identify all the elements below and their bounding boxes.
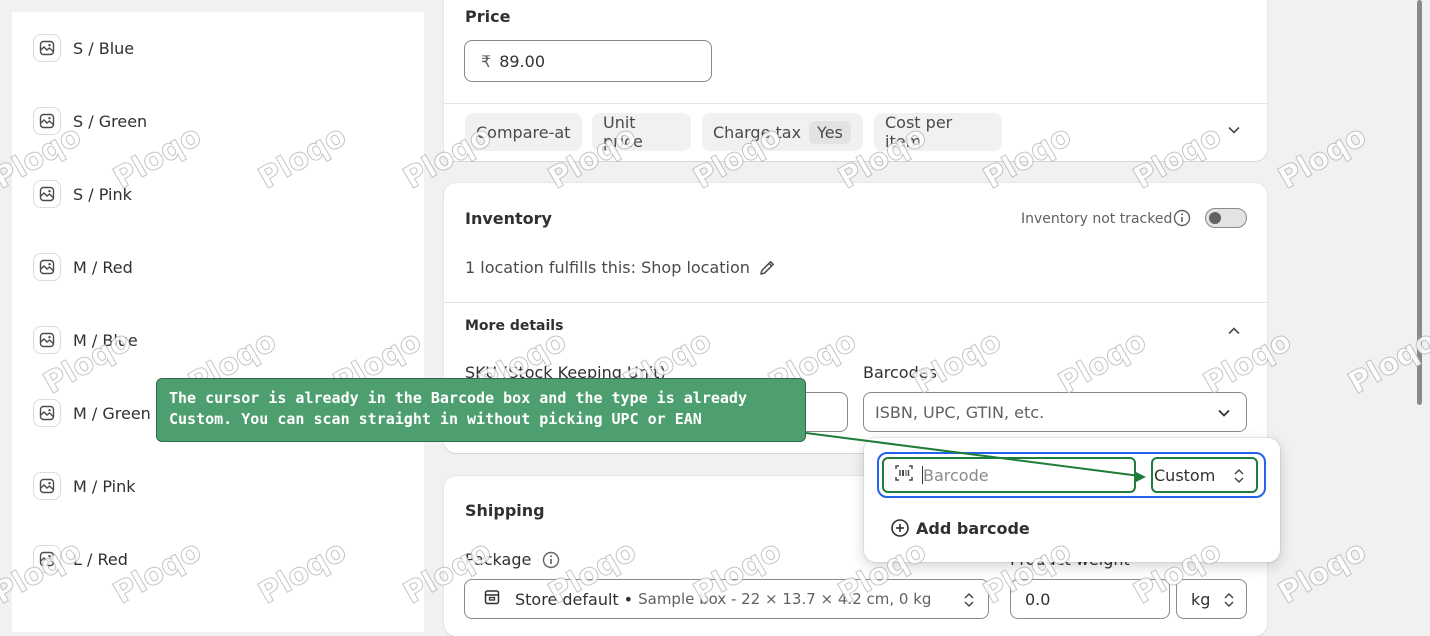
charge-tax-label: Charge tax (713, 122, 802, 142)
image-placeholder-icon (33, 326, 61, 354)
variant-row[interactable]: S / Pink (33, 179, 132, 209)
inventory-divider (444, 302, 1267, 303)
compare-at-label: Compare-at (476, 122, 571, 142)
charge-tax-badge: Yes (809, 120, 851, 144)
variant-label: M / Green (73, 403, 151, 423)
select-arrows-icon (1232, 467, 1246, 489)
image-placeholder-icon (33, 34, 61, 62)
variant-row[interactable]: L / Red (33, 544, 128, 574)
variant-row[interactable]: M / Pink (33, 471, 136, 501)
barcode-placeholder: Barcode (923, 465, 989, 485)
weight-input[interactable]: 0.0 (1010, 579, 1170, 619)
inventory-title: Inventory (465, 209, 552, 228)
annotation-text: The cursor is already in the Barcode box… (169, 389, 747, 428)
package-select[interactable]: Store default • Sample box - 22 × 13.7 ×… (464, 579, 989, 619)
plus-circle-icon (890, 518, 910, 538)
info-icon[interactable] (1173, 209, 1191, 231)
package-label: Package (465, 550, 532, 569)
image-placeholder-icon (33, 472, 61, 500)
variant-row[interactable]: M / Red (33, 252, 133, 282)
variant-label: M / Blue (73, 330, 138, 350)
cost-per-item-pill[interactable]: Cost per item (874, 113, 1002, 151)
variant-label: L / Red (73, 549, 128, 569)
barcodes-placeholder: ISBN, UPC, GTIN, etc. (875, 402, 1045, 422)
barcode-type-value: Custom (1154, 465, 1216, 485)
watermark-text: Ploqo (1272, 118, 1373, 197)
image-placeholder-icon (33, 399, 61, 427)
variant-label: M / Pink (73, 476, 136, 496)
pencil-icon[interactable] (757, 258, 777, 282)
image-placeholder-icon (33, 545, 61, 573)
chevron-up-icon[interactable] (1226, 323, 1242, 343)
location-text: 1 location fulfills this: Shop location (465, 258, 750, 277)
barcodes-label: Barcodes (863, 363, 937, 382)
barcode-scan-icon (894, 464, 914, 486)
select-arrows-icon (1222, 591, 1236, 613)
package-detail: Sample box - 22 × 13.7 × 4.2 cm, 0 kg (638, 590, 932, 608)
image-placeholder-icon (33, 180, 61, 208)
compare-at-pill[interactable]: Compare-at (465, 113, 582, 151)
package-name: Store default (515, 589, 619, 609)
variant-label: S / Pink (73, 184, 132, 204)
image-placeholder-icon (33, 107, 61, 135)
charge-tax-pill[interactable]: Charge tax Yes (702, 113, 863, 151)
barcodes-select[interactable]: ISBN, UPC, GTIN, etc. (863, 392, 1247, 432)
variant-label: S / Blue (73, 38, 135, 58)
annotation-callout: The cursor is already in the Barcode box… (156, 378, 806, 442)
image-placeholder-icon (33, 253, 61, 281)
chevron-down-icon[interactable] (1226, 122, 1242, 138)
variant-label: S / Green (73, 111, 148, 131)
info-icon[interactable] (542, 551, 560, 573)
variant-row[interactable]: M / Green (33, 398, 151, 428)
barcode-input[interactable]: Barcode (882, 457, 1136, 493)
variant-label: M / Red (73, 257, 133, 277)
watermark-text: Ploqo (1272, 533, 1373, 612)
unit-price-label: Unit price (603, 113, 643, 151)
toggle-knob (1209, 212, 1221, 224)
cost-per-item-label: Cost per item (885, 113, 953, 151)
add-barcode-button[interactable]: Add barcode (890, 518, 1030, 538)
price-value: 89.00 (499, 51, 545, 71)
variant-list-panel (12, 12, 424, 632)
variant-row[interactable]: S / Green (33, 106, 147, 136)
variant-row[interactable]: M / Blue (33, 325, 138, 355)
more-details-heading: More details (465, 318, 564, 334)
weight-value: 0.0 (1025, 589, 1051, 609)
page-scrollbar[interactable] (1417, 0, 1422, 405)
add-barcode-label: Add barcode (916, 518, 1030, 538)
currency-symbol: ₹ (481, 51, 492, 71)
barcode-popover: Barcode Custom Add barcode (864, 438, 1280, 562)
pricing-divider (444, 103, 1267, 104)
unit-price-pill[interactable]: Unit price (592, 113, 691, 151)
chevron-down-icon (1216, 405, 1232, 425)
shipping-title: Shipping (465, 501, 545, 520)
variant-row[interactable]: S / Blue (33, 33, 134, 63)
select-arrows-icon (962, 591, 976, 613)
inventory-tracking-toggle[interactable] (1205, 208, 1247, 228)
weight-unit: kg (1191, 589, 1211, 609)
package-icon (483, 588, 501, 610)
price-input[interactable]: ₹ 89.00 (464, 40, 712, 82)
barcode-type-select[interactable]: Custom (1151, 457, 1258, 493)
price-label: Price (465, 7, 511, 26)
weight-unit-select[interactable]: kg (1176, 579, 1247, 619)
inventory-tracking-label: Inventory not tracked (1021, 211, 1173, 227)
